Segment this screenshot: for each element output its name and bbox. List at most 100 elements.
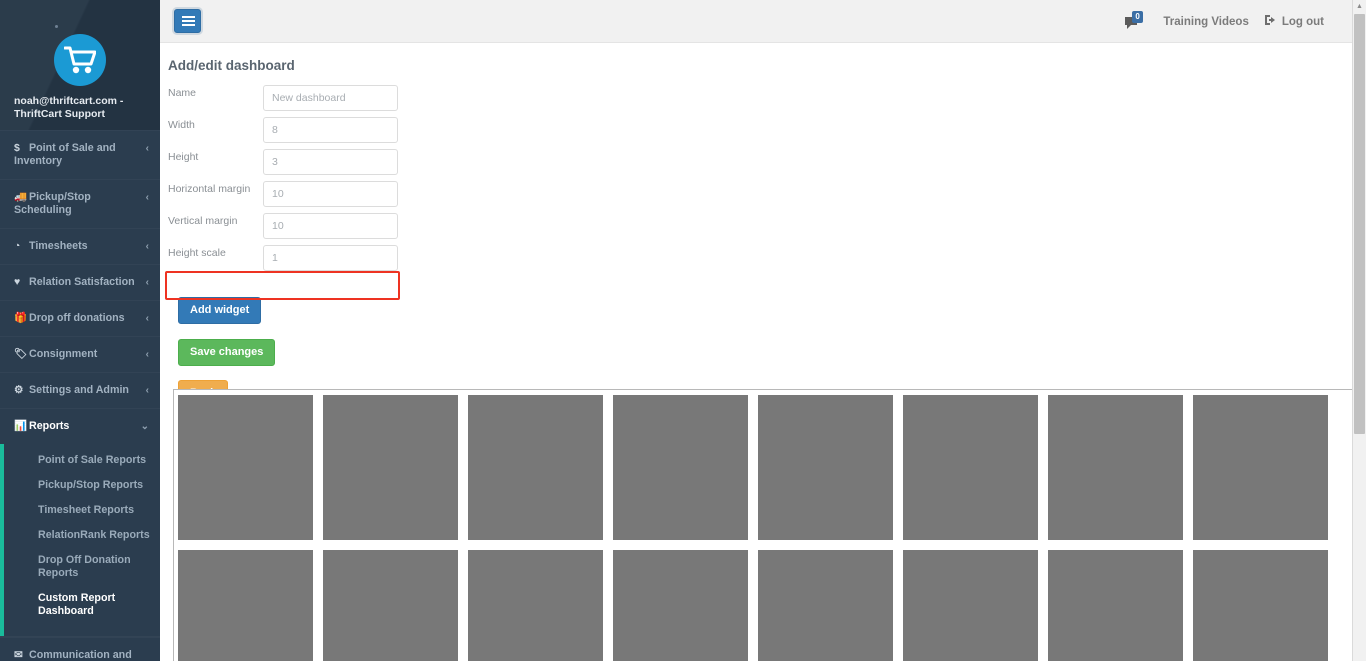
sidebar-item-label: Timesheets — [29, 240, 88, 252]
name-label: Name — [168, 87, 197, 99]
chevron-left-icon: ‹ — [145, 241, 149, 252]
sidebar-item-point-of-sale-reports[interactable]: Point of Sale Reports — [0, 448, 160, 473]
sidebar-item-drop-off-donation-reports[interactable]: Drop Off Donation Reports — [0, 548, 160, 586]
widget-placeholder-cell[interactable] — [323, 395, 458, 540]
horizontal-margin-input[interactable] — [263, 181, 398, 207]
sidebar-item-relation-satisfaction[interactable]: ♥ Relation Satisfaction ‹ — [0, 264, 160, 300]
chevron-left-icon: ‹ — [145, 349, 149, 360]
form-row-height-scale: Height scale — [168, 245, 1352, 275]
widget-placeholder-cell[interactable] — [758, 550, 893, 661]
name-input[interactable] — [263, 85, 398, 111]
hamburger-icon[interactable] — [174, 9, 201, 33]
height-label: Height — [168, 151, 199, 163]
dollar-icon: $ — [14, 142, 20, 154]
sidebar-lower-nav: ✉Communication and notifications ‹ ⓘHelp… — [0, 636, 160, 661]
sidebar-group-reports: 📊 Reports ⌄ Point of Sale Reports Pickup/… — [0, 408, 160, 636]
sidebar-item-timesheets[interactable]: ◔ Timesheets ‹ — [0, 228, 160, 264]
logout-label: Log out — [1281, 15, 1324, 28]
height-scale-highlight — [165, 271, 400, 300]
sidebar-item-label: Settings and Admin — [29, 384, 129, 396]
sidebar-brand: noah@thriftcart.com - ThriftCart Support — [0, 0, 160, 130]
sidebar-item-reports[interactable]: 📊 Reports ⌄ — [0, 408, 160, 444]
sidebar-item-pickup-stop-scheduling[interactable]: 🚚 Pickup/Stop Scheduling ‹ — [0, 179, 160, 228]
chevron-left-icon: ‹ — [145, 313, 149, 324]
width-label: Width — [168, 119, 195, 131]
widget-grid-panel[interactable] — [173, 389, 1352, 661]
account-label: noah@thriftcart.com - ThriftCart Support — [14, 95, 124, 120]
widget-placeholder-cell[interactable] — [903, 550, 1038, 661]
height-scale-input[interactable] — [263, 245, 398, 271]
sidebar-item-label: Consignment — [29, 348, 98, 360]
scroll-up-arrow-icon[interactable]: ▲ — [1353, 0, 1366, 13]
message-count-badge: 0 — [1132, 10, 1143, 23]
logout-link[interactable]: Log out — [1264, 14, 1324, 29]
widget-placeholder-cell[interactable] — [1193, 395, 1328, 540]
sidebar-item-custom-report-dashboard[interactable]: Custom Report Dashboard — [0, 586, 160, 624]
form-row-name: Name — [168, 85, 1352, 115]
chevron-left-icon: ‹ — [145, 192, 149, 203]
sidebar-item-relationrank-reports[interactable]: RelationRank Reports — [0, 523, 160, 548]
vertical-margin-input[interactable] — [263, 213, 398, 239]
add-widget-button-wrap: Add widget — [178, 297, 1352, 324]
widget-placeholder-cell[interactable] — [323, 550, 458, 661]
form-row-vertical-margin: Vertical margin — [168, 213, 1352, 243]
top-bar: 0 Training Videos Log out — [160, 0, 1352, 43]
shopping-cart-icon — [54, 34, 106, 86]
widget-placeholder-cell[interactable] — [613, 395, 748, 540]
vertical-margin-label: Vertical margin — [168, 215, 238, 227]
height-input[interactable] — [263, 149, 398, 175]
sidebar-item-communication-and-notifications[interactable]: ✉Communication and notifications ‹ — [0, 637, 160, 661]
widget-placeholder-cell[interactable] — [758, 395, 893, 540]
widget-placeholder-cell[interactable] — [903, 395, 1038, 540]
clock-icon: ◔ — [14, 240, 21, 252]
scrollbar-thumb[interactable] — [1354, 14, 1365, 434]
save-changes-button[interactable]: Save changes — [178, 339, 276, 366]
dashboard-form: Name Width Height Horizontal margin Vert… — [160, 85, 1352, 300]
page-scrollbar[interactable]: ▲ — [1352, 0, 1366, 661]
sidebar-item-label: Point of Sale and Inventory — [14, 142, 116, 167]
sidebar-item-settings-and-admin[interactable]: ⚙ Settings and Admin ‹ — [0, 372, 160, 408]
sidebar-item-label: Relation Satisfaction — [29, 276, 135, 288]
chevron-left-icon: ‹ — [145, 143, 149, 154]
sign-out-icon — [1264, 14, 1277, 29]
widget-grid — [178, 395, 1350, 661]
comment-icon[interactable]: 0 — [1124, 10, 1148, 33]
sidebar-item-consignment[interactable]: 🏷 Consignment ‹ — [0, 336, 160, 372]
chevron-down-icon: ⌄ — [140, 421, 149, 432]
chevron-left-icon: ‹ — [145, 385, 149, 396]
top-bar-actions: 0 Training Videos Log out — [1124, 0, 1324, 43]
sidebar-item-label: Drop off donations — [29, 312, 125, 324]
widget-placeholder-cell[interactable] — [468, 550, 603, 661]
sidebar-subnav-reports: Point of Sale Reports Pickup/Stop Report… — [0, 444, 160, 636]
widget-placeholder-cell[interactable] — [468, 395, 603, 540]
widget-placeholder-cell[interactable] — [613, 550, 748, 661]
widget-placeholder-cell[interactable] — [1193, 550, 1328, 661]
gift-icon: 🎁 — [14, 312, 28, 324]
bar-chart-icon: 📊 — [14, 420, 28, 432]
sidebar: noah@thriftcart.com - ThriftCart Support… — [0, 0, 160, 661]
sidebar-item-label: Reports — [29, 420, 70, 432]
tag-icon: 🏷 — [14, 348, 28, 360]
sidebar-nav: $ Point of Sale and Inventory ‹ 🚚 Pickup/S… — [0, 130, 160, 661]
sidebar-item-drop-off-donations[interactable]: 🎁 Drop off donations ‹ — [0, 300, 160, 336]
form-row-width: Width — [168, 117, 1352, 147]
brand-dot — [55, 25, 58, 28]
heart-icon: ♥ — [14, 276, 21, 288]
width-input[interactable] — [263, 117, 398, 143]
sidebar-item-timesheet-reports[interactable]: Timesheet Reports — [0, 498, 160, 523]
training-videos-link[interactable]: Training Videos — [1163, 16, 1248, 28]
sidebar-item-pickup-stop-reports[interactable]: Pickup/Stop Reports — [0, 473, 160, 498]
sidebar-item-point-of-sale-and-inventory[interactable]: $ Point of Sale and Inventory ‹ — [0, 130, 160, 179]
add-widget-button[interactable]: Add widget — [178, 297, 262, 324]
scrollbar-track[interactable] — [1353, 434, 1366, 661]
main-content: Add/edit dashboard Name Width Height Hor… — [160, 43, 1352, 661]
height-scale-label: Height scale — [168, 247, 226, 259]
widget-placeholder-cell[interactable] — [1048, 395, 1183, 540]
widget-placeholder-cell[interactable] — [178, 550, 313, 661]
widget-placeholder-cell[interactable] — [178, 395, 313, 540]
page-title: Add/edit dashboard — [168, 58, 295, 73]
form-row-height: Height — [168, 149, 1352, 179]
training-videos-label: Training Videos — [1163, 15, 1249, 28]
gear-icon: ⚙ — [14, 384, 24, 396]
widget-placeholder-cell[interactable] — [1048, 550, 1183, 661]
